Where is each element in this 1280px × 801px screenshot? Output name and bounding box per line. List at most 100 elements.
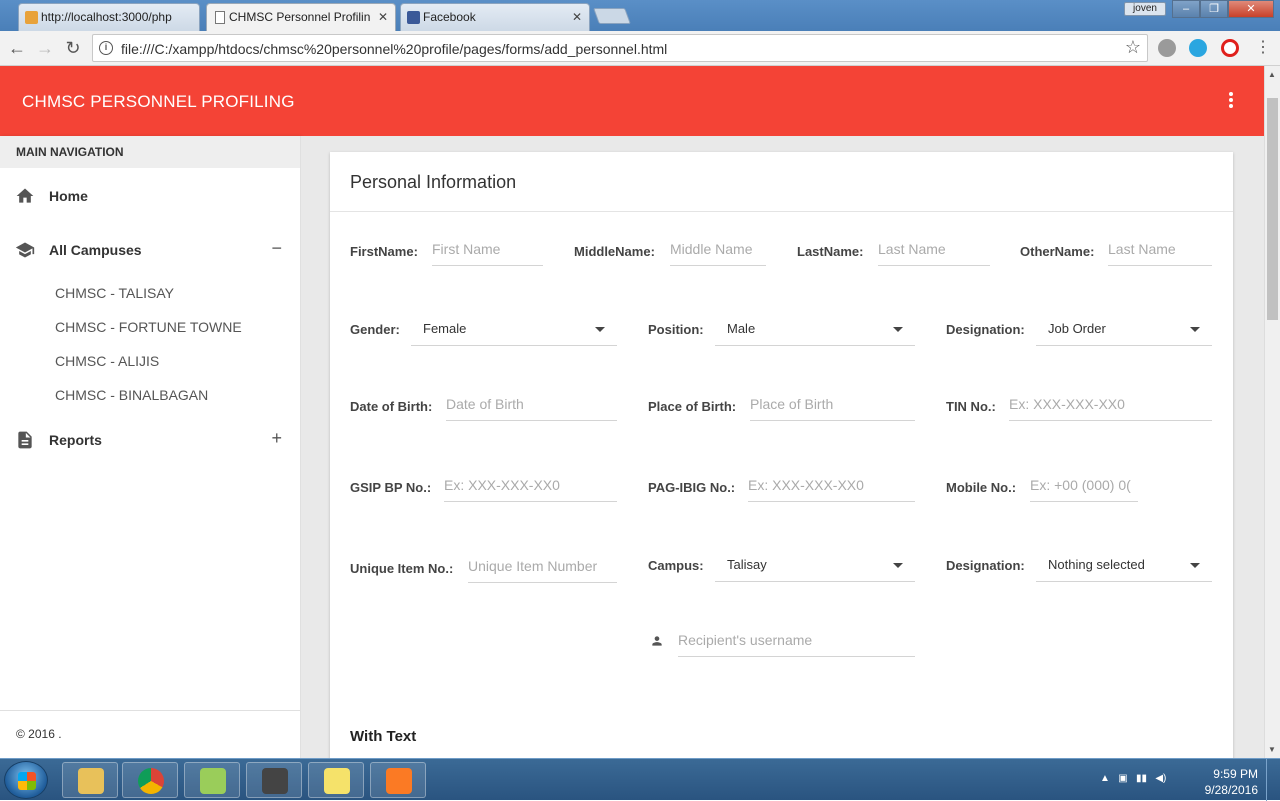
person-icon: [652, 636, 662, 646]
collapse-icon[interactable]: −: [271, 238, 282, 259]
maximize-button[interactable]: ❐: [1200, 0, 1228, 18]
position-label: Position:: [648, 322, 704, 337]
minimize-button[interactable]: –: [1172, 0, 1200, 18]
caret-down-icon: [1190, 563, 1200, 568]
taskbar-notepadpp[interactable]: [184, 762, 240, 798]
expand-icon[interactable]: +: [271, 428, 282, 449]
url-input[interactable]: i file:///C:/xampp/htdocs/chmsc%20person…: [92, 34, 1148, 62]
unique-item-label: Unique Item No.:: [350, 561, 454, 576]
designation-value: Job Order: [1048, 321, 1106, 336]
designation-select-2[interactable]: Nothing selected: [1036, 550, 1212, 582]
sidebar-item-reports[interactable]: Reports +: [0, 420, 300, 460]
sidebar-subitem-binalbagan[interactable]: CHMSC - BINALBAGAN: [55, 387, 208, 403]
sublime-icon: [262, 768, 288, 794]
nav-header: MAIN NAVIGATION: [0, 136, 300, 168]
start-button[interactable]: [4, 761, 48, 799]
sidebar-footer: © 2016 .: [0, 710, 300, 758]
show-desktop-button[interactable]: [1266, 759, 1280, 801]
opera-icon[interactable]: [1221, 39, 1239, 57]
caret-down-icon: [595, 327, 605, 332]
designation-select[interactable]: Job Order: [1036, 314, 1212, 346]
pob-input[interactable]: Place of Birth: [750, 393, 915, 421]
new-tab-button[interactable]: [593, 8, 631, 24]
back-arrow-icon[interactable]: ←: [6, 37, 28, 59]
vertical-scrollbar[interactable]: ▲ ▼: [1264, 66, 1280, 758]
graduation-cap-icon: [15, 242, 35, 258]
close-tab-icon[interactable]: ✕: [378, 10, 388, 24]
middlename-input[interactable]: Middle Name: [670, 238, 766, 266]
close-tab-icon[interactable]: ✕: [572, 10, 582, 24]
tab-chmsc[interactable]: CHMSC Personnel Profilin ✕: [206, 3, 396, 31]
reload-icon[interactable]: ↻: [62, 37, 84, 59]
bookmark-star-icon[interactable]: ☆: [1125, 37, 1141, 58]
sidebar-subitem-alijis[interactable]: CHMSC - ALIJIS: [55, 353, 159, 369]
taskbar-sticky-notes[interactable]: [308, 762, 364, 798]
taskbar-xampp[interactable]: [370, 762, 426, 798]
sidebar-subitem-fortune-towne[interactable]: CHMSC - FORTUNE TOWNE: [55, 319, 242, 335]
unique-item-input[interactable]: Unique Item Number: [468, 555, 617, 583]
scroll-up-icon[interactable]: ▲: [1268, 70, 1276, 79]
clock[interactable]: 9:59 PM 9/28/2016: [1205, 766, 1258, 798]
clock-time: 9:59 PM: [1213, 767, 1258, 781]
profile-button[interactable]: joven: [1124, 2, 1166, 16]
designation-label-2: Designation:: [946, 558, 1025, 573]
tin-label: TIN No.:: [946, 399, 996, 414]
firstname-input[interactable]: First Name: [432, 238, 543, 266]
tin-input[interactable]: Ex: XXX-XXX-XX0: [1009, 393, 1212, 421]
more-options-icon[interactable]: [1228, 92, 1234, 110]
taskbar-explorer[interactable]: [62, 762, 118, 798]
app-title[interactable]: CHMSC PERSONNEL PROFILING: [22, 92, 295, 112]
extension-icon[interactable]: [1158, 39, 1176, 57]
position-value: Male: [727, 321, 756, 336]
chrome-icon: [138, 768, 164, 794]
taskbar-chrome[interactable]: [122, 762, 178, 798]
campus-value: Talisay: [727, 557, 767, 572]
pagibig-label: PAG-IBIG No.:: [648, 480, 736, 495]
system-tray[interactable]: ▲ ▣ ▮▮ ◀): [1100, 773, 1166, 784]
mobile-label: Mobile No.:: [946, 480, 1017, 495]
page-icon: [215, 11, 225, 24]
caret-down-icon: [893, 327, 903, 332]
xampp-icon: [386, 768, 412, 794]
close-window-button[interactable]: ✕: [1228, 0, 1274, 18]
info-icon[interactable]: i: [99, 41, 113, 55]
tab-facebook[interactable]: Facebook ✕: [400, 3, 590, 31]
username-input[interactable]: Recipient's username: [678, 629, 915, 657]
tab-localhost[interactable]: http://localhost:3000/php: [18, 3, 200, 31]
designation-value-2: Nothing selected: [1048, 557, 1145, 572]
windows-taskbar: ▲ ▣ ▮▮ ◀) 9:59 PM 9/28/2016: [0, 758, 1280, 801]
tab-label: Facebook: [423, 10, 476, 24]
scroll-down-icon[interactable]: ▼: [1268, 745, 1276, 754]
extension-globe-icon[interactable]: [1189, 39, 1207, 57]
lastname-input[interactable]: Last Name: [878, 238, 990, 266]
sidebar-subitem-talisay[interactable]: CHMSC - TALISAY: [55, 285, 174, 301]
scrollbar-thumb[interactable]: [1267, 98, 1278, 320]
sidebar-item-label: All Campuses: [49, 242, 142, 258]
url-text: file:///C:/xampp/htdocs/chmsc%20personne…: [121, 41, 668, 57]
home-icon: [16, 188, 34, 203]
campus-label: Campus:: [648, 558, 704, 573]
taskbar-sublime[interactable]: [246, 762, 302, 798]
phpmyadmin-icon: [25, 11, 38, 24]
campus-select[interactable]: Talisay: [715, 550, 915, 582]
personal-info-card: Personal Information FirstName: First Na…: [330, 152, 1233, 758]
sidebar-item-home[interactable]: Home: [0, 176, 300, 216]
folder-icon: [78, 768, 104, 794]
forward-arrow-icon[interactable]: →: [34, 37, 56, 59]
position-select[interactable]: Male: [715, 314, 915, 346]
section-heading: With Text: [350, 728, 417, 745]
othername-label: OtherName:: [1020, 244, 1095, 259]
dob-input[interactable]: Date of Birth: [446, 393, 617, 421]
gsip-label: GSIP BP No.:: [350, 480, 432, 495]
chrome-menu-icon[interactable]: ⋮: [1252, 37, 1274, 59]
main-content: Personal Information FirstName: First Na…: [301, 136, 1264, 758]
sidebar-item-all-campuses[interactable]: All Campuses −: [0, 230, 300, 270]
pagibig-input[interactable]: Ex: XXX-XXX-XX0: [748, 474, 915, 502]
othername-input[interactable]: Last Name: [1108, 238, 1212, 266]
document-icon: [18, 431, 32, 449]
gsip-input[interactable]: Ex: XXX-XXX-XX0: [444, 474, 617, 502]
app-header: CHMSC PERSONNEL PROFILING: [0, 66, 1264, 136]
gender-select[interactable]: Female: [411, 314, 617, 346]
mobile-input[interactable]: Ex: +00 (000) 0(: [1030, 474, 1138, 502]
caret-down-icon: [1190, 327, 1200, 332]
